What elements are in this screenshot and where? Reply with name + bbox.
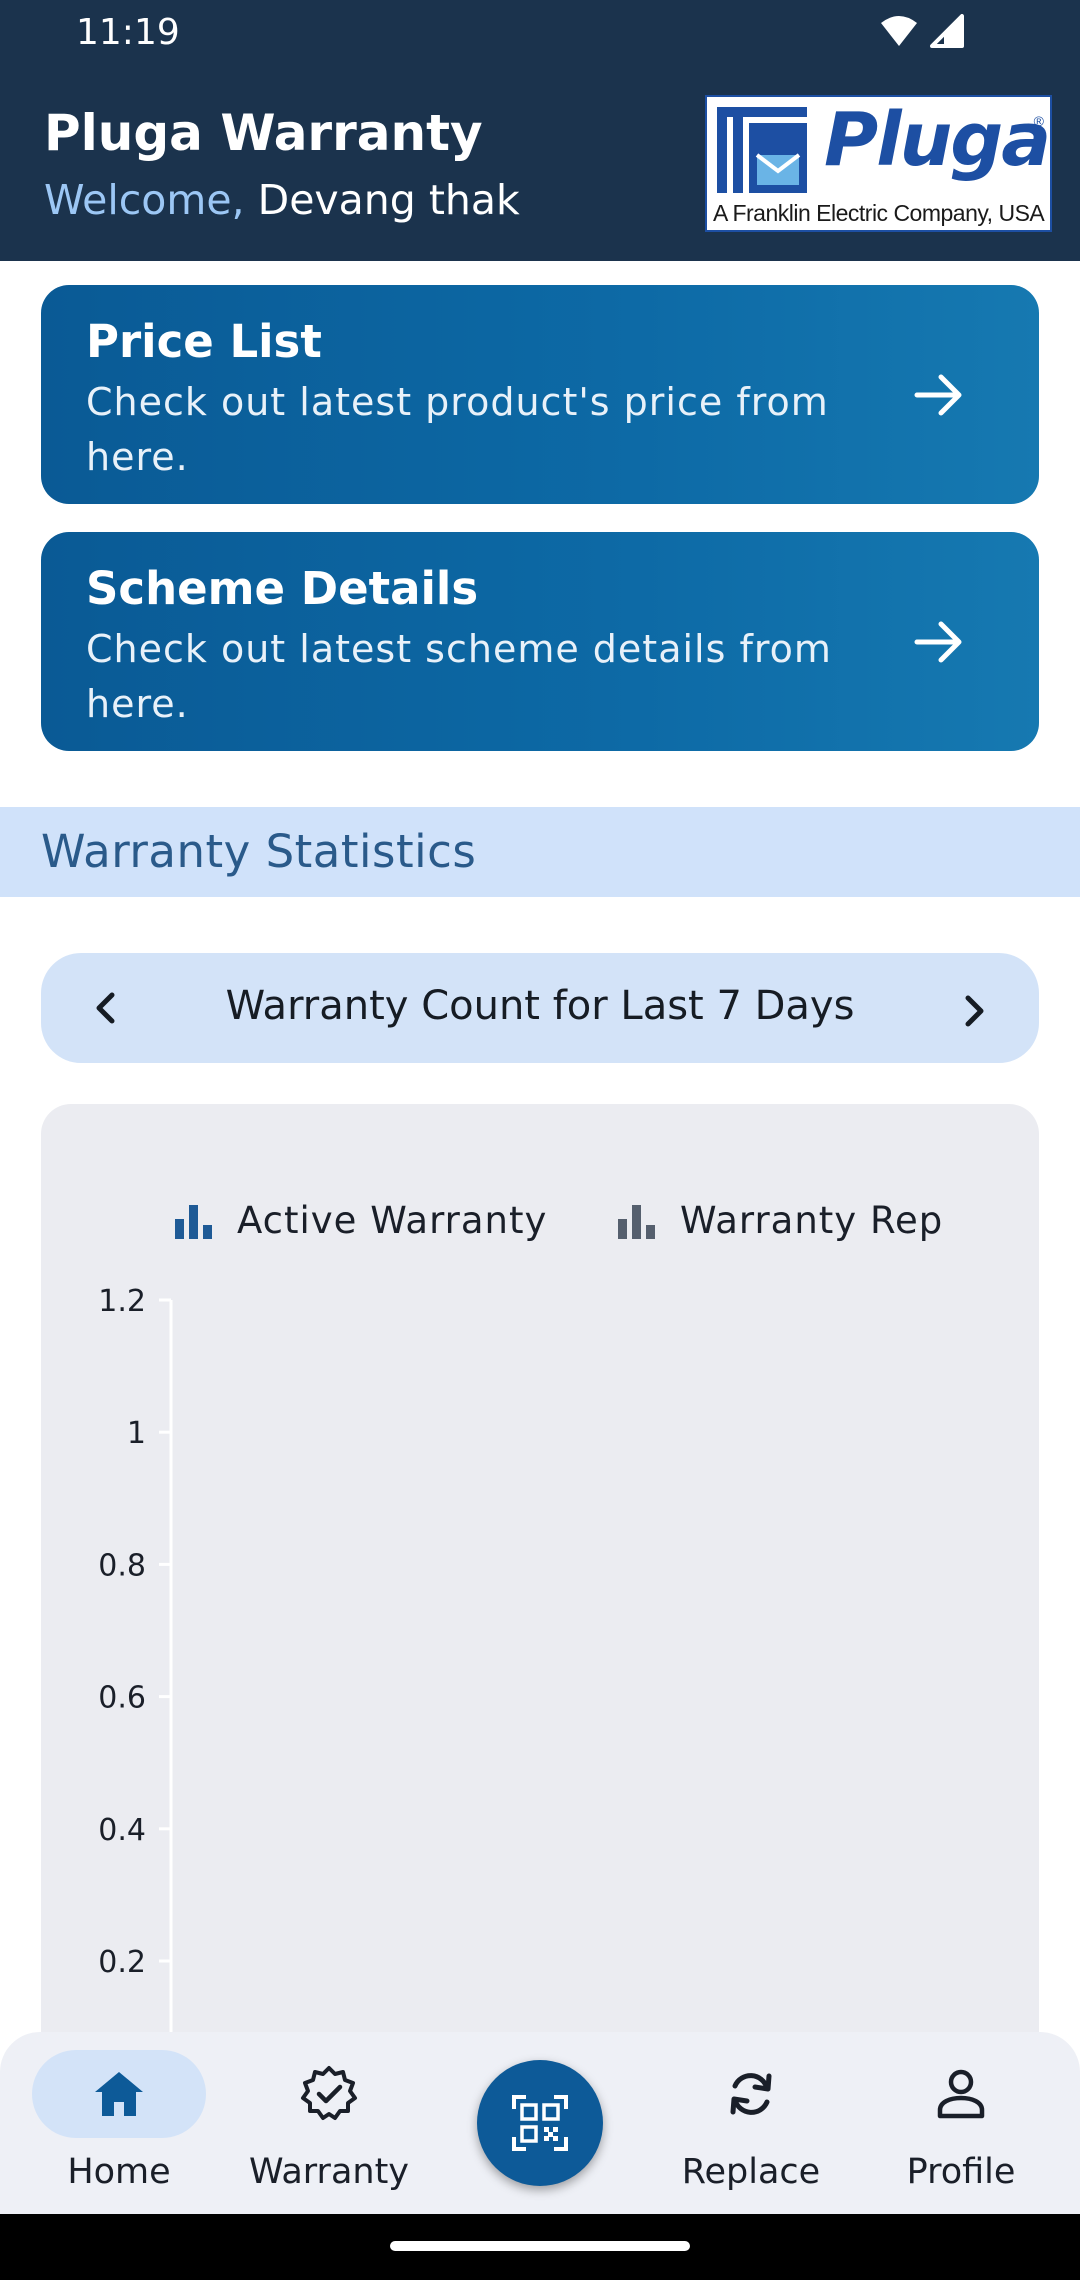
nav-home[interactable]: Home [19, 2032, 219, 2214]
period-label: Warranty Count for Last 7 Days [225, 983, 855, 1029]
y-axis-ticks: 1.2 1 0.8 0.6 0.4 0.2 [98, 1284, 171, 1980]
nav-label: Home [67, 2152, 171, 2192]
nav-profile[interactable]: Profile [861, 2032, 1061, 2214]
card-title: Scheme Details [86, 562, 479, 615]
app-screen: 11:19 Pluga Warranty Welcome, Devang tha… [0, 0, 1080, 2280]
status-icons [880, 14, 964, 48]
y-tick-label: 0.8 [98, 1548, 146, 1583]
card-title: Price List [86, 315, 322, 368]
nav-icon-wrap [664, 2050, 838, 2138]
user-name: Devang thak [257, 176, 520, 224]
nav-replace[interactable]: Replace [651, 2032, 851, 2214]
registered-mark: ® [1033, 113, 1044, 129]
logo-wordmark: Pluga [824, 97, 1050, 183]
nav-icon-wrap [874, 2050, 1048, 2138]
pluga-logo-mark [715, 105, 811, 195]
qr-scan-icon [512, 2095, 568, 2151]
app-title: Pluga Warranty [44, 104, 483, 162]
chevron-right-icon[interactable] [949, 986, 999, 1036]
scheme-details-card[interactable]: Scheme Details Check out latest scheme d… [41, 532, 1039, 751]
person-icon [937, 2069, 985, 2119]
card-description: Check out latest product's price from he… [86, 380, 829, 479]
logo-tagline: A Franklin Electric Company, USA [713, 200, 1045, 226]
card-description: Check out latest scheme details from her… [86, 627, 832, 726]
signal-icon [930, 14, 964, 48]
y-tick-label: 0.4 [98, 1813, 146, 1848]
home-gesture-pill[interactable] [390, 2241, 690, 2251]
nav-label: Replace [681, 2152, 821, 2192]
y-tick-label: 1 [127, 1416, 146, 1451]
wifi-icon [881, 16, 917, 46]
system-nav-bar [0, 2214, 1080, 2280]
refresh-icon [730, 2073, 772, 2115]
pluga-logo: Pluga ® A Franklin Electric Company, USA [705, 95, 1052, 232]
nav-active-indicator [32, 2050, 206, 2138]
y-tick-label: 0.6 [98, 1681, 146, 1716]
arrow-right-icon [914, 621, 962, 663]
nav-label: Warranty [248, 2152, 410, 2192]
nav-label: Profile [906, 2152, 1016, 2192]
verified-badge-icon [301, 2066, 357, 2120]
nav-warranty[interactable]: Warranty [229, 2032, 429, 2214]
nav-icon-wrap [242, 2050, 416, 2138]
period-selector: Warranty Count for Last 7 Days [41, 953, 1039, 1063]
home-icon [95, 2072, 143, 2116]
scan-button[interactable] [477, 2060, 603, 2186]
welcome-text: Welcome, Devang thak [44, 176, 520, 224]
section-header: Warranty Statistics [0, 807, 1080, 897]
status-time: 11:19 [76, 12, 180, 53]
y-tick-label: 1.2 [98, 1284, 146, 1319]
arrow-right-icon [914, 374, 962, 416]
welcome-label: Welcome, [44, 176, 245, 224]
section-title: Warranty Statistics [41, 825, 477, 878]
price-list-card[interactable]: Price List Check out latest product's pr… [41, 285, 1039, 504]
app-header: 11:19 Pluga Warranty Welcome, Devang tha… [0, 0, 1080, 261]
y-tick-label: 0.2 [98, 1945, 146, 1980]
